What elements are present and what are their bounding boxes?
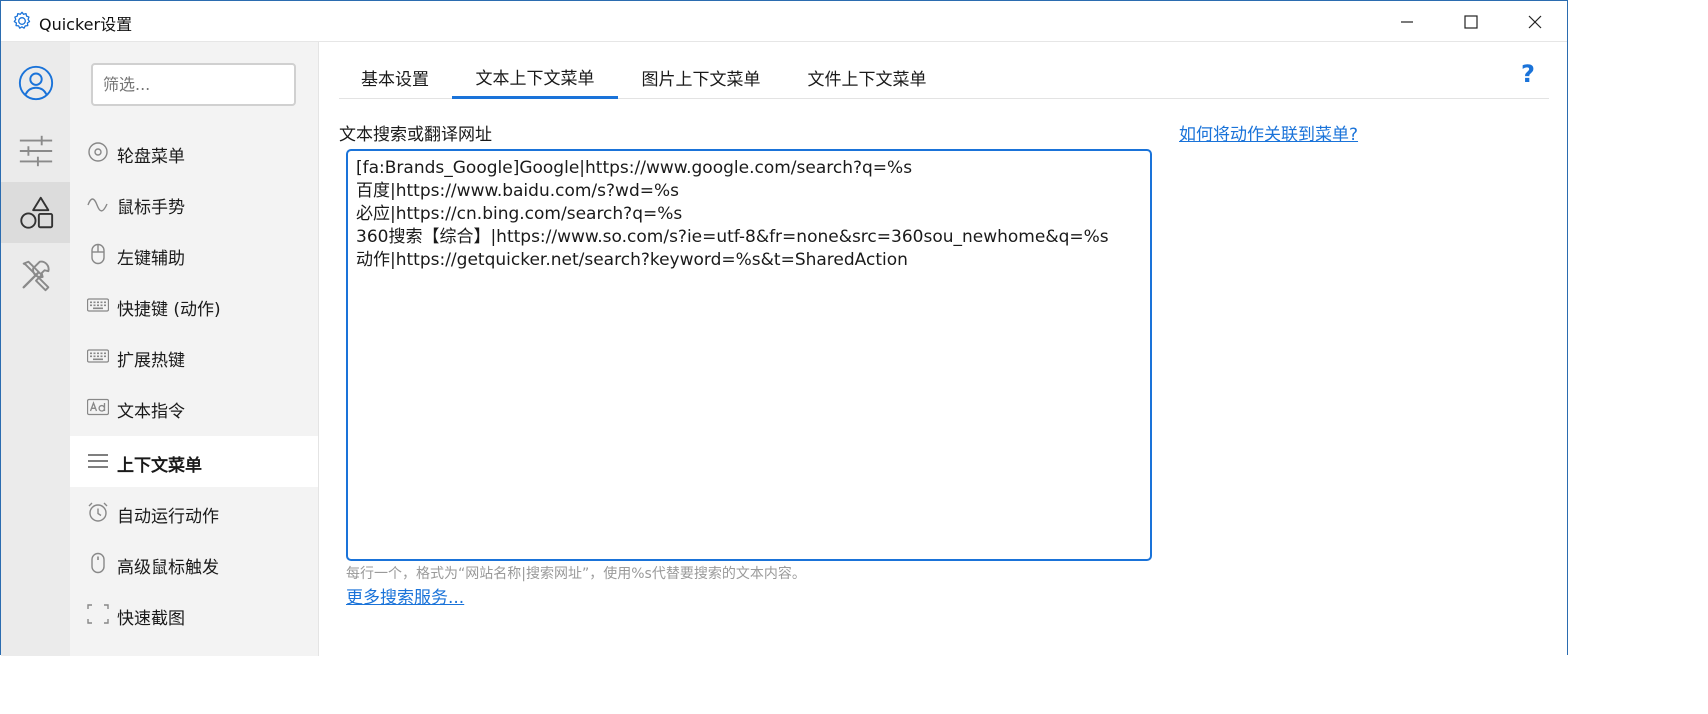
shapes-icon: [19, 196, 53, 229]
ad-text-icon: [87, 398, 109, 416]
menu-item-label: 上下文菜单: [117, 456, 202, 476]
menu-item-text-command[interactable]: 文本指令: [70, 382, 318, 433]
tab-basic-settings[interactable]: 基本设置: [339, 56, 451, 99]
alarm-clock-icon: [88, 502, 108, 522]
menu-item-label: 左键辅助: [117, 249, 185, 269]
tab-file-context-menu[interactable]: 文件上下文菜单: [789, 56, 945, 99]
menu-item-label: 鼠标手势: [117, 198, 185, 218]
window-title: Quicker设置: [39, 15, 133, 34]
menu-item-label: 快捷键 (动作): [117, 300, 221, 320]
menu-item-label: 轮盘菜单: [117, 147, 185, 167]
menu-item-label: 高级鼠标触发: [117, 558, 219, 578]
keyboard-icon: [87, 298, 109, 312]
menu-item-label: 自动运行动作: [117, 507, 219, 527]
maximize-button[interactable]: [1439, 1, 1503, 42]
textarea-line: 必应|https://cn.bing.com/search?q=%s: [356, 204, 683, 224]
textarea-line: 360搜索【综合】|https://www.so.com/s?ie=utf-8&…: [356, 227, 1109, 247]
mouse-icon: [91, 243, 105, 265]
menu-item-hotkey-action[interactable]: 快捷键 (动作): [70, 280, 318, 331]
search-url-textarea[interactable]: [fa:Brands_Google]Google|https://www.goo…: [346, 149, 1152, 561]
minimize-button[interactable]: [1375, 1, 1439, 42]
link-associate-action[interactable]: 如何将动作关联到菜单?: [1179, 120, 1358, 145]
textarea-line: 百度|https://www.baidu.com/s?wd=%s: [356, 181, 679, 201]
tab-image-context-menu[interactable]: 图片上下文菜单: [621, 56, 781, 99]
close-icon: [1528, 15, 1542, 28]
icon-rail: [1, 42, 70, 656]
menu-item-extended-hotkey[interactable]: 扩展热键: [70, 331, 318, 382]
link-more-search-services[interactable]: 更多搜索服务...: [346, 583, 464, 608]
menu-item-label: 扩展热键: [117, 351, 185, 371]
user-circle-icon: [18, 65, 53, 100]
menu-item-label: 快速截图: [117, 609, 185, 629]
menu-item-label: 文本指令: [117, 402, 185, 422]
tools-icon: [22, 260, 50, 291]
rail-item-tools[interactable]: [1, 244, 70, 305]
title-bar: Quicker设置: [1, 1, 1567, 42]
keyboard-icon: [87, 349, 109, 363]
help-icon[interactable]: ?: [1521, 60, 1535, 88]
wheel-icon: [88, 142, 108, 162]
textarea-line: 动作|https://getquicker.net/search?keyword…: [356, 250, 908, 270]
rail-item-account[interactable]: [1, 52, 70, 113]
mouse-icon: [91, 552, 105, 574]
settings-window: Quicker设置 筛选... 轮盘菜单 鼠标手势 左键辅助 快捷键 (动作) …: [0, 0, 1568, 656]
maximize-icon: [1464, 14, 1478, 29]
rail-item-triggers[interactable]: [1, 182, 70, 243]
content-panel: 基本设置 文本上下文菜单 图片上下文菜单 文件上下文菜单 ? 文本搜索或翻译网址…: [319, 42, 1567, 656]
tab-text-context-menu[interactable]: 文本上下文菜单: [452, 56, 618, 99]
menu-item-wheel[interactable]: 轮盘菜单: [70, 127, 318, 178]
menu-item-screenshot[interactable]: 快速截图: [70, 589, 318, 640]
textarea-line: [fa:Brands_Google]Google|https://www.goo…: [356, 158, 913, 178]
field-label: 文本搜索或翻译网址: [339, 125, 492, 145]
rail-item-settings[interactable]: [1, 120, 70, 181]
menu-item-advanced-mouse[interactable]: 高级鼠标触发: [70, 538, 318, 589]
format-hint: 每行一个，格式为“网站名称|搜索网址”，使用%s代替要搜索的文本内容。: [346, 566, 806, 582]
gear-icon: [11, 10, 33, 32]
minimize-icon: [1401, 20, 1413, 23]
sliders-icon: [19, 135, 52, 166]
filter-input[interactable]: [91, 63, 296, 106]
tab-bar: 基本设置 文本上下文菜单 图片上下文菜单 文件上下文菜单: [339, 56, 1549, 99]
close-button[interactable]: [1503, 1, 1567, 42]
gesture-wave-icon: [87, 198, 108, 212]
screenshot-frame-icon: [87, 604, 109, 624]
menu-lines-icon: [88, 454, 108, 468]
menu-item-context-menu[interactable]: 上下文菜单: [70, 436, 318, 487]
menu-item-auto-run[interactable]: 自动运行动作: [70, 487, 318, 538]
menu-item-gesture[interactable]: 鼠标手势: [70, 178, 318, 229]
settings-menu: 轮盘菜单 鼠标手势 左键辅助 快捷键 (动作): [70, 42, 319, 656]
menu-item-left-click[interactable]: 左键辅助: [70, 229, 318, 280]
